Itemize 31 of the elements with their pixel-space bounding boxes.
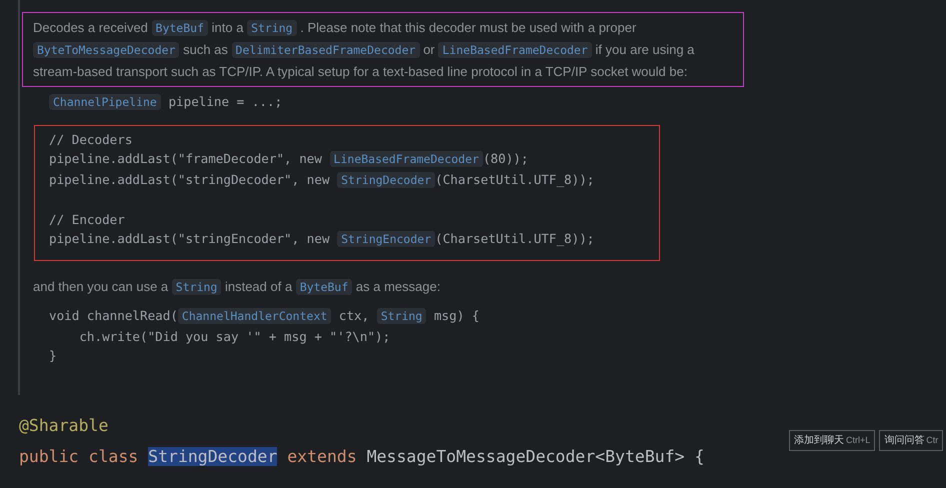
code-reference: ChannelHandlerContext xyxy=(178,308,332,324)
code-reference: StringDecoder xyxy=(337,172,436,188)
code-reference: ByteBuf xyxy=(296,278,352,294)
code-reference: StringEncoder xyxy=(337,231,436,247)
doc-paragraph: and then you can use a String instead of a ByteBuf as a message: xyxy=(33,278,440,296)
doc-paragraph: Decodes a received ByteBuf into a String . Please note that this decoder must be used with a proper ByteToMessageDecoder such as DelimiterBasedFrameDecoder or LineBasedFrameDecoder if you are using a stream-based transport such as TCP/IP. A typical setup for a text-based line protocol in a TCP/IP socket would be: xyxy=(22,12,744,87)
popup-button[interactable]: 询问问答 Ctr xyxy=(879,430,944,451)
code-text: public class xyxy=(19,446,140,466)
code-line: pipeline.addLast("stringDecoder", new StringDecoder (CharsetUtil.UTF_8)); xyxy=(49,170,594,190)
annotation-text: @Sharable xyxy=(19,416,108,434)
code-reference: LineBasedFrameDecoder xyxy=(330,151,483,167)
code-line: // Encoder xyxy=(49,210,125,228)
code-reference: ChannelPipeline xyxy=(49,94,161,110)
selected-class-name: StringDecoder xyxy=(148,446,278,466)
code-text: MessageToMessageDecoder<ByteBuf> { xyxy=(366,446,704,466)
code-line: pipeline.addLast("stringEncoder", new StringEncoder (CharsetUtil.UTF_8)); xyxy=(49,230,594,249)
code-text: extends xyxy=(286,446,358,466)
code-reference: LineBasedFrameDecoder xyxy=(438,42,592,58)
code-reference: DelimiterBasedFrameDecoder xyxy=(232,42,420,58)
code-line: ch.write("Did you say '" + msg + "'?\n"); xyxy=(78,328,390,346)
code-line: void channelRead( ChannelHandlerContext ctx, String msg) { xyxy=(49,307,480,326)
code-line: ChannelPipeline pipeline = ...; xyxy=(49,92,282,112)
code-reference: String xyxy=(376,308,426,324)
code-reference: ByteBuf xyxy=(152,20,208,36)
code-line: // Decoders xyxy=(49,130,132,148)
code-line: } xyxy=(49,347,57,365)
code-reference: String xyxy=(172,278,222,294)
popup-button[interactable]: 添加到聊天 Ctrl+L xyxy=(789,430,876,451)
code-reference: String xyxy=(247,20,297,36)
code-line: pipeline.addLast("frameDecoder", new LineBasedFrameDecoder (80)); xyxy=(49,150,528,169)
code-reference: ByteToMessageDecoder xyxy=(33,42,180,58)
